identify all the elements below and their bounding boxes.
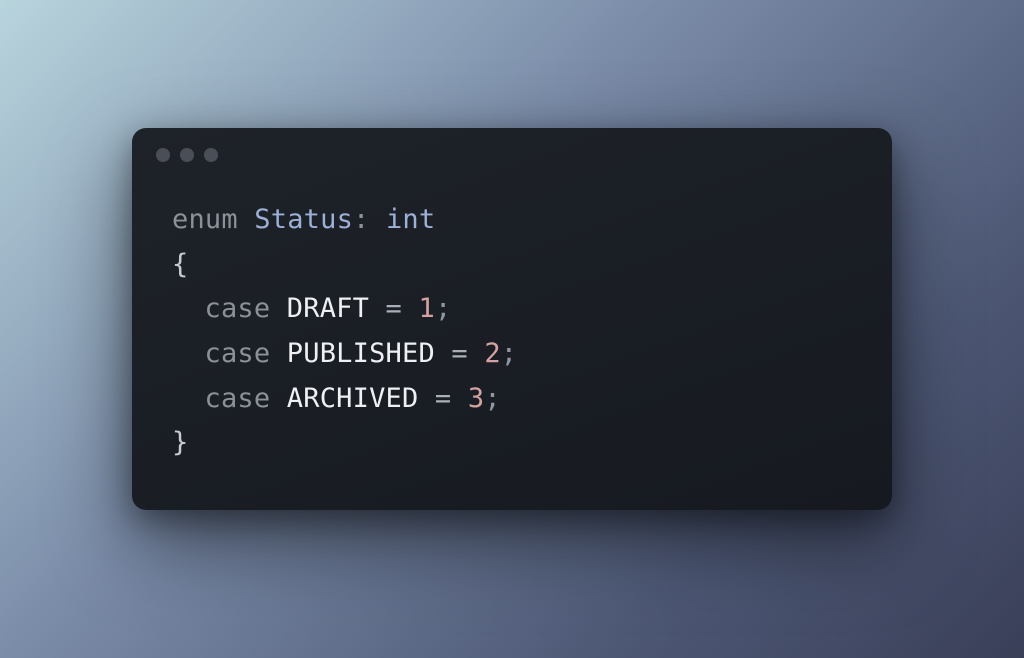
- case-name: PUBLISHED: [287, 338, 435, 369]
- case-name: ARCHIVED: [287, 383, 419, 414]
- semicolon: ;: [501, 338, 517, 369]
- case-value: 3: [468, 383, 484, 414]
- colon: :: [353, 204, 369, 235]
- case-keyword: case: [205, 293, 271, 324]
- window-maximize-dot[interactable]: [204, 148, 218, 162]
- window-minimize-dot[interactable]: [180, 148, 194, 162]
- case-value: 1: [418, 293, 434, 324]
- case-name: DRAFT: [287, 293, 369, 324]
- enum-keyword: enum: [172, 204, 238, 235]
- open-brace-line: {: [172, 243, 852, 288]
- semicolon: ;: [484, 383, 500, 414]
- case-line: case PUBLISHED = 2;: [172, 332, 852, 377]
- enum-declaration-line: enum Status: int: [172, 198, 852, 243]
- window-close-dot[interactable]: [156, 148, 170, 162]
- case-value: 2: [484, 338, 500, 369]
- code-window: enum Status: int { case DRAFT = 1; case …: [132, 128, 892, 509]
- code-content: enum Status: int { case DRAFT = 1; case …: [132, 170, 892, 509]
- equals-sign: =: [435, 383, 451, 414]
- open-brace: {: [172, 249, 188, 280]
- case-line: case DRAFT = 1;: [172, 287, 852, 332]
- enum-name: Status: [254, 204, 353, 235]
- close-brace-line: }: [172, 421, 852, 466]
- equals-sign: =: [386, 293, 402, 324]
- backing-type: int: [386, 204, 435, 235]
- case-line: case ARCHIVED = 3;: [172, 377, 852, 422]
- equals-sign: =: [451, 338, 467, 369]
- case-keyword: case: [205, 383, 271, 414]
- case-keyword: case: [205, 338, 271, 369]
- window-controls: [132, 128, 892, 170]
- close-brace: }: [172, 427, 188, 458]
- semicolon: ;: [435, 293, 451, 324]
